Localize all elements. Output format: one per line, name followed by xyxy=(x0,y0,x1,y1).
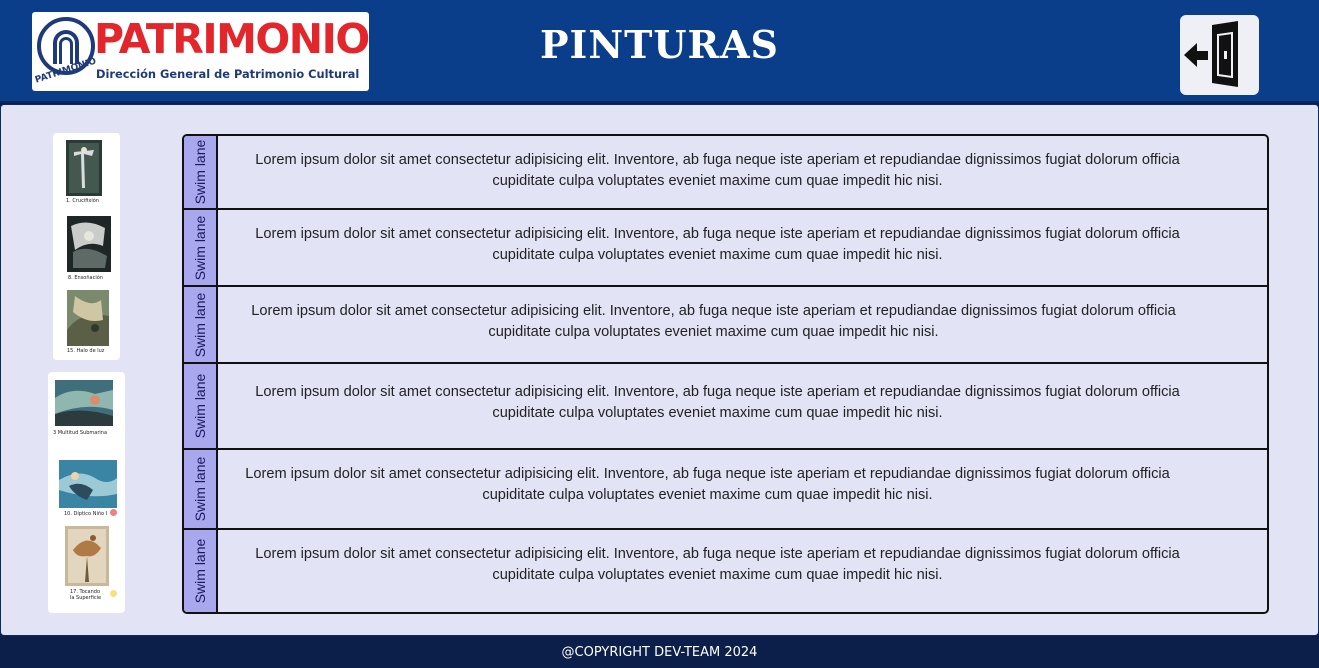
swim-lane-label: Swim lane xyxy=(192,292,208,357)
swim-lane: Swim lane Lorem ipsum dolor sit amet con… xyxy=(184,364,1267,450)
logout-button[interactable] xyxy=(1180,15,1259,95)
swim-lane-label: Swim lane xyxy=(192,456,208,522)
swim-lane-header: Swim lane xyxy=(184,530,218,612)
painting-thumbnail[interactable] xyxy=(55,380,113,426)
thumbnail-group-1: 1. Crucifixión 8. Ensoñación 15. Halo de… xyxy=(53,133,120,360)
swim-lane-text: Lorem ipsum dolor sit amet consectetur a… xyxy=(255,226,1180,263)
thumbnail-caption: 17. Tocando la Superficie xyxy=(70,589,102,601)
header: PATRIMONIO PATRIMONIO Dirección General … xyxy=(0,0,1319,103)
swim-lane: Swim lane Lorem ipsum dolor sit amet con… xyxy=(184,450,1267,530)
status-dot xyxy=(110,590,117,597)
page-title: PINTURAS xyxy=(539,22,779,67)
swim-lane-text: Lorem ipsum dolor sit amet consectetur a… xyxy=(251,303,1176,340)
swim-lane-label: Swim lane xyxy=(192,538,208,604)
swim-lane-header: Swim lane xyxy=(184,364,218,448)
swim-lane-text: Lorem ipsum dolor sit amet consectetur a… xyxy=(255,152,1180,189)
swim-lane-header: Swim lane xyxy=(184,450,218,528)
thumbnail-caption: 3 Multitud Submarina xyxy=(53,430,108,436)
thumbnail-group-2: 3 Multitud Submarina 10. Díptico Niño I … xyxy=(48,372,125,613)
swim-lane-text: Lorem ipsum dolor sit amet consectetur a… xyxy=(255,546,1180,583)
thumbnail-caption: 8. Ensoñación xyxy=(68,275,103,281)
door-exit-icon xyxy=(1184,21,1238,87)
swim-lane: Swim lane Lorem ipsum dolor sit amet con… xyxy=(184,530,1267,612)
swim-lane-label: Swim lane xyxy=(192,139,208,205)
swim-lane-header: Swim lane xyxy=(184,210,218,285)
swim-lane-text: Lorem ipsum dolor sit amet consectetur a… xyxy=(245,466,1170,503)
thumbnail-caption: 1. Crucifixión xyxy=(66,198,99,204)
swim-lane-header: Swim lane xyxy=(184,287,218,362)
painting-thumbnail[interactable] xyxy=(66,140,102,196)
swim-lane: Swim lane Lorem ipsum dolor sit amet con… xyxy=(184,136,1267,210)
status-dot xyxy=(110,509,117,516)
logo-subtitle: Dirección General de Patrimonio Cultural xyxy=(96,67,360,81)
thumbnail-caption: 10. Díptico Niño I xyxy=(64,511,108,517)
swim-lane-label: Swim lane xyxy=(192,215,208,280)
painting-thumbnail[interactable] xyxy=(67,216,111,272)
swim-lane-label: Swim lane xyxy=(192,373,208,439)
painting-thumbnail[interactable] xyxy=(65,526,109,586)
swim-lane: Swim lane Lorem ipsum dolor sit amet con… xyxy=(184,210,1267,287)
swim-lane-text: Lorem ipsum dolor sit amet consectetur a… xyxy=(255,384,1180,421)
swim-lanes: Swim lane Lorem ipsum dolor sit amet con… xyxy=(182,134,1269,614)
painting-thumbnail[interactable] xyxy=(59,460,117,508)
swim-lane-header: Swim lane xyxy=(184,136,218,208)
painting-thumbnail[interactable] xyxy=(67,290,109,346)
footer-copyright: @COPYRIGHT DEV-TEAM 2024 xyxy=(0,638,1319,668)
thumbnail-caption: 15. Halo de luz xyxy=(67,348,105,354)
swim-lane: Swim lane Lorem ipsum dolor sit amet con… xyxy=(184,287,1267,364)
